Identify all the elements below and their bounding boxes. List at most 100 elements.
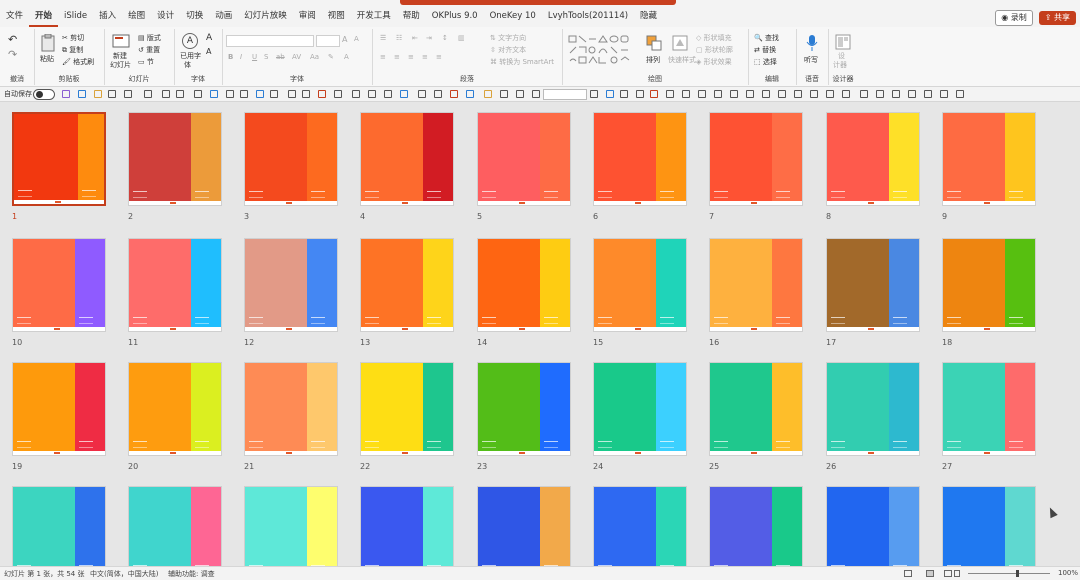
slide-thumbnail[interactable] [360,238,454,332]
justify-icon[interactable]: ≡ [422,53,428,61]
arrange-icon[interactable] [646,35,662,51]
find-button[interactable]: 🔍 查找 [754,33,779,43]
slide-thumbnail[interactable] [477,362,571,456]
slide-thumbnail[interactable] [826,362,920,456]
shape-fill-button[interactable]: ◇ 形状填充 [696,33,732,43]
toolbar-icon[interactable] [108,90,116,98]
font-name-input[interactable] [226,35,314,47]
toolbar-icon[interactable] [860,90,868,98]
slide-thumbnail[interactable] [593,238,687,332]
slide-thumbnail[interactable] [942,238,1036,332]
align-left-icon[interactable]: ≡ [380,53,386,61]
toolbar-icon[interactable] [714,90,722,98]
toolbar-icon[interactable] [226,90,234,98]
accessibility-status[interactable]: 辅助功能: 调查 [168,569,215,579]
slide-thumbnail[interactable] [709,362,803,456]
toolbar-icon[interactable] [434,90,442,98]
align-text-button[interactable]: ⇳ 对齐文本 [490,45,526,55]
slide-thumbnail[interactable] [244,238,338,332]
bullets-icon[interactable]: ☰ [380,34,386,42]
normal-view-icon[interactable] [904,570,912,577]
toolbar-icon[interactable] [682,90,690,98]
microphone-icon[interactable] [806,34,818,52]
menu-tab[interactable]: 开发工具 [351,5,397,27]
slide-thumbnail[interactable] [709,112,803,206]
zoom-slider-knob[interactable] [1016,570,1019,577]
toolbar-icon[interactable] [270,90,278,98]
menu-tab[interactable]: LvyhTools(201114) [542,5,634,27]
align-right-icon[interactable]: ≡ [408,53,414,61]
toolbar-icon[interactable] [762,90,770,98]
slide-thumbnail[interactable] [942,112,1036,206]
toolbar-icon[interactable] [842,90,850,98]
redo-icon[interactable]: ↷ [8,48,17,61]
toolbar-icon[interactable] [162,90,170,98]
spacing-icon[interactable]: AV [292,53,301,61]
reading-view-icon[interactable] [944,570,952,577]
toolbar-icon[interactable] [334,90,342,98]
menu-tab[interactable]: 幻灯片放映 [238,5,293,27]
paste-icon[interactable] [40,34,56,52]
zoom-select[interactable] [543,89,587,100]
slide-thumbnail[interactable] [360,486,454,566]
reset-button[interactable]: ↺ 重置 [138,45,160,55]
toolbar-icon[interactable] [746,90,754,98]
font-color-icon[interactable]: A [344,53,349,61]
toolbar-icon[interactable] [240,90,248,98]
slide-thumbnail[interactable] [709,486,803,566]
menu-tab[interactable]: 绘图 [122,5,151,27]
zoom-level[interactable]: 100% [1058,569,1078,577]
toolbar-icon[interactable] [418,90,426,98]
undo-icon[interactable]: ↶ [8,33,17,46]
slideshow-view-icon[interactable] [954,570,960,577]
copy-button[interactable]: ⧉ 复制 [62,45,83,55]
toolbar-icon[interactable] [516,90,524,98]
decrease-indent-icon[interactable]: ⇤ [412,34,418,42]
toolbar-icon[interactable] [876,90,884,98]
toolbar-icon[interactable] [384,90,392,98]
menu-tab[interactable]: 帮助 [397,5,426,27]
menu-tab[interactable]: 隐藏 [634,5,663,27]
toolbar-icon[interactable] [794,90,802,98]
zoom-slider[interactable] [968,570,1050,577]
slide-thumbnail[interactable] [12,486,106,566]
toolbar-icon[interactable] [194,90,202,98]
align-center-icon[interactable]: ≡ [394,53,400,61]
toolbar-icon[interactable] [318,90,326,98]
toolbar-icon[interactable] [466,90,474,98]
menu-tab[interactable]: 审阅 [293,5,322,27]
cut-button[interactable]: ✂ 剪切 [62,33,84,43]
slide-thumbnail[interactable] [128,362,222,456]
menu-tab[interactable]: 插入 [93,5,122,27]
toolbar-icon[interactable] [144,90,152,98]
slide-thumbnail[interactable] [942,486,1036,566]
used-font-icon[interactable]: A [182,33,198,49]
shape-effects-button[interactable]: ◈ 形状效果 [696,57,732,67]
toolbar-icon[interactable] [636,90,644,98]
toolbar-icon[interactable] [176,90,184,98]
decrease-font-size-icon[interactable]: A [354,35,359,43]
toolbar-icon[interactable] [908,90,916,98]
slide-thumbnail[interactable] [826,238,920,332]
toolbar-icon[interactable] [400,90,408,98]
format-painter-button[interactable]: 🖌 格式刷 [62,57,94,67]
slide-thumbnail[interactable] [12,362,106,456]
menu-tab[interactable]: 文件 [0,5,29,27]
menu-tab[interactable]: 视图 [322,5,351,27]
slide-thumbnail[interactable] [244,112,338,206]
menu-tab[interactable]: OneKey 10 [484,5,542,27]
toolbar-icon[interactable] [650,90,658,98]
menu-tab[interactable]: 切换 [180,5,209,27]
slide-thumbnail[interactable] [477,486,571,566]
toolbar-icon[interactable] [302,90,310,98]
slide-thumbnail[interactable] [128,112,222,206]
font-size-input[interactable] [316,35,340,47]
slide-thumbnail[interactable] [593,362,687,456]
autosave-toggle[interactable] [33,89,55,100]
distribute-icon[interactable]: ≡ [436,53,442,61]
toolbar-icon[interactable] [826,90,834,98]
record-button[interactable]: ◉ 录制 [995,10,1033,26]
slide-thumbnail[interactable] [128,238,222,332]
slide-thumbnail[interactable] [593,112,687,206]
toolbar-icon[interactable] [698,90,706,98]
